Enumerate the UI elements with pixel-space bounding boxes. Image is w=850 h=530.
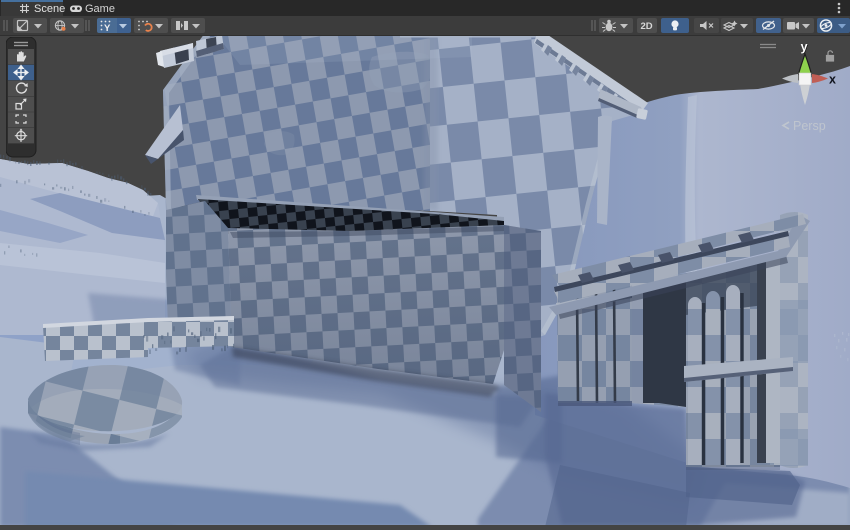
svg-text:Persp: Persp (793, 119, 826, 133)
svg-text:Y: Y (104, 23, 111, 34)
svg-text:x: x (829, 73, 836, 87)
svg-text:2D: 2D (641, 21, 653, 32)
svg-text:Scene: Scene (34, 3, 65, 15)
svg-text:Game: Game (85, 3, 115, 15)
svg-text:y: y (801, 40, 808, 54)
